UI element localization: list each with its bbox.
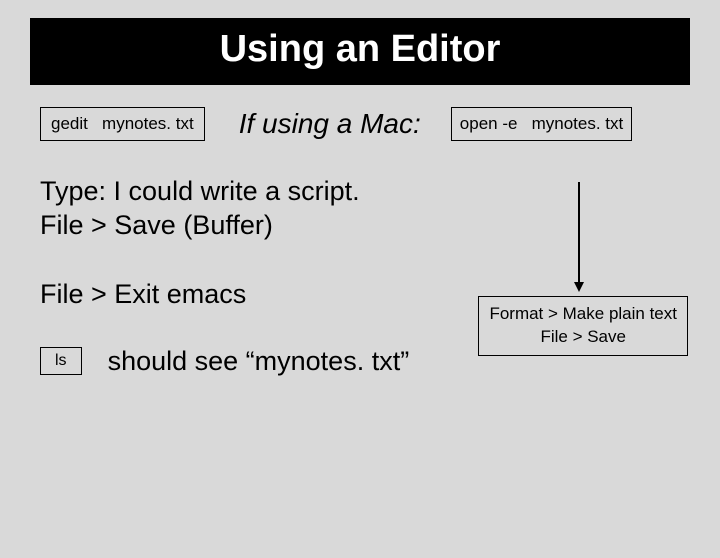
command-row: gedit mynotes. txt If using a Mac: open … <box>0 107 720 141</box>
slide-title: Using an Editor <box>30 18 690 85</box>
mac-command-box: open -e mynotes. txt <box>451 107 632 141</box>
format-line-1: Format > Make plain text <box>489 303 677 326</box>
mac-format-box: Format > Make plain text File > Save <box>478 296 688 356</box>
ls-result-text: should see “mynotes. txt” <box>108 346 410 377</box>
arrow-down-icon <box>578 182 580 288</box>
save-instruction: File > Save (Buffer) <box>40 209 680 243</box>
instructions-block: Type: I could write a script. File > Sav… <box>0 175 720 243</box>
ls-command-box: ls <box>40 347 82 375</box>
mac-condition-label: If using a Mac: <box>239 108 421 140</box>
format-line-2: File > Save <box>489 326 677 349</box>
linux-command-box: gedit mynotes. txt <box>40 107 205 141</box>
type-instruction: Type: I could write a script. <box>40 175 680 209</box>
